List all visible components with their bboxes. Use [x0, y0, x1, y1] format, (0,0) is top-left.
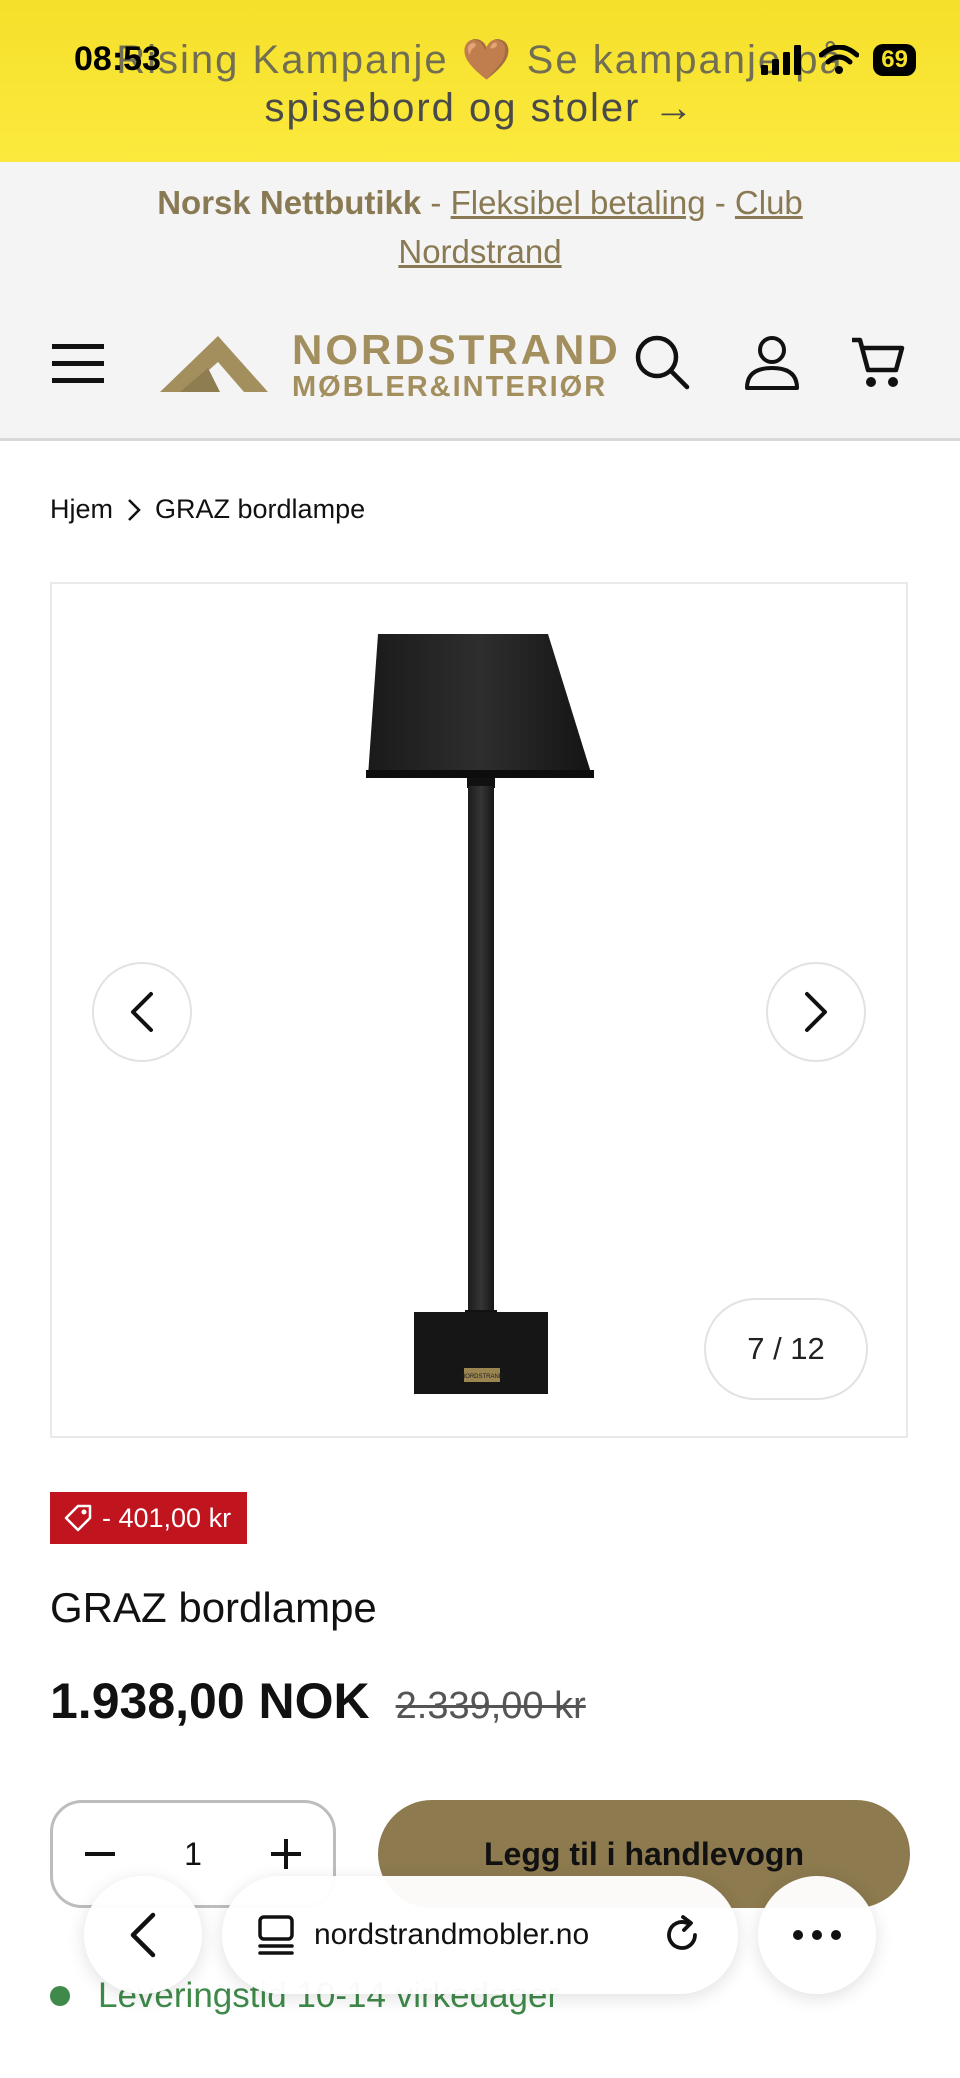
logo-line-2: MØBLER&INTERIØR: [292, 371, 608, 403]
stock-dot: [50, 1986, 70, 2006]
battery-indicator: 69: [873, 44, 916, 76]
discount-badge: - 401,00 kr: [50, 1492, 248, 1544]
product-title: GRAZ bordlampe: [50, 1584, 377, 1631]
breadcrumb-home[interactable]: Hjem: [50, 494, 113, 525]
trust-separator-2: -: [705, 184, 735, 221]
menu-icon[interactable]: [52, 342, 104, 391]
trust-text: Norsk Nettbutikk - Fleksibel betaling - …: [120, 178, 840, 276]
browser-more-button[interactable]: [758, 1876, 876, 1994]
discount-text: - 401,00 kr: [102, 1502, 232, 1533]
trust-separator: -: [421, 184, 451, 221]
announcement-text-2[interactable]: spisebord og stoler →: [0, 86, 960, 131]
image-counter: 7 / 12: [704, 1298, 868, 1400]
payment-link[interactable]: Fleksibel betaling: [451, 184, 706, 221]
signal-icon: [761, 45, 802, 75]
chevron-right-icon: [128, 498, 141, 521]
chevron-left-icon: [131, 992, 153, 1032]
cart-icon[interactable]: [850, 334, 906, 395]
chevron-left-icon: [130, 1912, 156, 1958]
account-icon[interactable]: [744, 334, 800, 395]
lamp-plate-text: NORDSTRAND: [461, 1374, 504, 1380]
logo-mark[interactable]: [160, 332, 268, 397]
old-price: 2.339,00 kr: [395, 1685, 586, 1727]
quantity-value[interactable]: 1: [184, 1836, 202, 1873]
status-icons: 69: [761, 40, 916, 80]
trust-shop: Norsk Nettbutikk: [157, 184, 422, 221]
minus-icon: [85, 1852, 115, 1856]
tabs-icon: [258, 1915, 294, 1955]
current-price: 1.938,00 NOK: [50, 1673, 370, 1729]
browser-back-button[interactable]: [84, 1876, 202, 1994]
status-time: 08:53: [74, 40, 161, 78]
wifi-icon: [819, 45, 860, 74]
tag-icon: [64, 1504, 92, 1532]
breadcrumb-current: GRAZ bordlampe: [155, 494, 366, 524]
product-image: NORDSTRAND: [366, 634, 594, 1394]
plus-icon: [270, 1839, 301, 1869]
search-icon[interactable]: [634, 334, 690, 395]
browser-url[interactable]: nordstrandmobler.no: [314, 1918, 644, 1952]
chevron-right-icon: [805, 992, 827, 1032]
reload-icon[interactable]: [662, 1914, 704, 1956]
logo[interactable]: NORDSTRAND MØBLER&INTERIØR: [292, 326, 621, 403]
price-row: 1.938,00 NOK 2.339,00 kr: [50, 1672, 586, 1730]
decrease-quantity-button[interactable]: [85, 1839, 115, 1869]
increase-quantity-button[interactable]: [270, 1839, 301, 1869]
more-icon: [793, 1930, 841, 1940]
prev-image-button[interactable]: [92, 962, 192, 1062]
logo-line-1: NORDSTRAND: [292, 326, 621, 373]
next-image-button[interactable]: [766, 962, 866, 1062]
browser-url-bar[interactable]: nordstrandmobler.no: [222, 1876, 738, 1994]
breadcrumb: Hjem GRAZ bordlampe: [50, 494, 365, 525]
